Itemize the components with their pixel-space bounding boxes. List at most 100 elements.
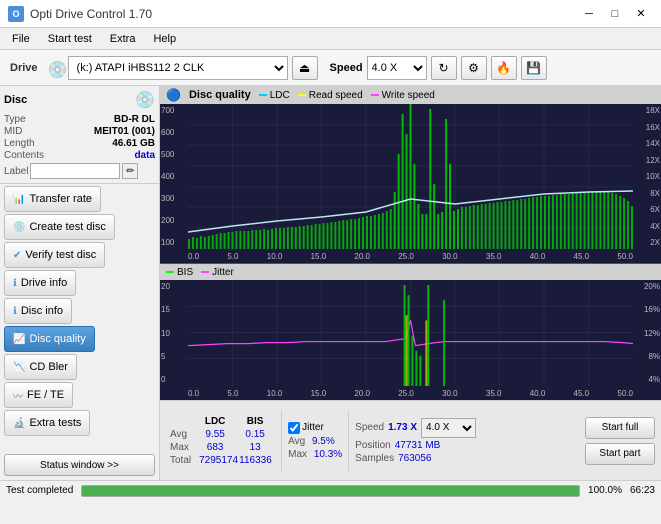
sidebar-item-fe-te[interactable]: 〰 FE / TE: [4, 382, 73, 408]
sidebar-item-drive-info[interactable]: ℹ Drive info: [4, 270, 76, 296]
y100: 100: [161, 238, 187, 247]
y16x: 16X: [634, 123, 660, 132]
contents-label: Contents: [4, 150, 44, 161]
bottom-chart: 20 15 10 5 0 20% 16% 12% 8% 4%: [160, 280, 661, 400]
position-row: Position 47731 MB: [355, 440, 476, 451]
jitter-section: Jitter Avg 9.5% Max 10.3%: [288, 422, 342, 460]
create-test-icon: 💿: [13, 222, 25, 233]
sidebar-item-cd-bler[interactable]: 📉 CD Bler: [4, 354, 77, 380]
label-row: Label ✏: [4, 163, 155, 179]
sidebar-item-disc-quality[interactable]: 📈 Disc quality: [4, 326, 95, 352]
bis-header: BIS: [235, 415, 275, 428]
top-chart: 700 600 500 400 300 200 100 18X 16X 14X …: [160, 104, 661, 264]
legend-jitter: Jitter: [201, 267, 234, 278]
legend-read-speed-dot: [298, 94, 306, 96]
close-button[interactable]: ✕: [629, 4, 653, 24]
separator2: [348, 411, 349, 471]
disc-quality-icon: 📈: [13, 334, 25, 345]
app-icon: O: [8, 6, 24, 22]
y10x: 10X: [634, 172, 660, 181]
main-content: 🔵 Disc quality LDC Read speed Write spee…: [160, 86, 661, 480]
maximize-button[interactable]: □: [603, 4, 627, 24]
eject-button[interactable]: ⏏: [292, 56, 318, 80]
jitter-checkbox[interactable]: [288, 422, 300, 434]
app-title: Opti Drive Control 1.70: [30, 7, 152, 21]
label-edit-button[interactable]: ✏: [122, 163, 138, 179]
y6x: 6X: [634, 205, 660, 214]
speed-select-stats[interactable]: 4.0 X: [421, 418, 476, 438]
save-button[interactable]: 💾: [521, 56, 547, 80]
start-part-button[interactable]: Start part: [585, 443, 655, 465]
y8x: 8X: [634, 189, 660, 198]
position-value: 47731 MB: [395, 440, 441, 451]
samples-row: Samples 763056: [355, 453, 476, 464]
menu-extra[interactable]: Extra: [102, 31, 144, 47]
y-axis-left-top: 700 600 500 400 300 200 100: [160, 104, 188, 249]
settings-button[interactable]: ⚙: [461, 56, 487, 80]
contents-value: data: [134, 150, 155, 161]
progress-fill: [82, 486, 579, 496]
jitter-avg-val: 9.5%: [312, 436, 335, 447]
speed-select[interactable]: 4.0 X: [367, 56, 427, 80]
menu-start-test[interactable]: Start test: [40, 31, 100, 47]
ldc-header: LDC: [195, 415, 235, 428]
drive-info-icon: ℹ: [13, 278, 17, 289]
type-label: Type: [4, 114, 26, 125]
sidebar-item-create-test-disc[interactable]: 💿 Create test disc: [4, 214, 115, 240]
disc-info-icon: ℹ: [13, 306, 17, 317]
title-bar: O Opti Drive Control 1.70 ─ □ ✕: [0, 0, 661, 28]
y-axis-left-bottom: 20 15 10 5 0: [160, 280, 188, 386]
length-label: Length: [4, 138, 35, 149]
sidebar-item-extra-tests[interactable]: 🔬 Extra tests: [4, 410, 90, 436]
drive-select[interactable]: (k:) ATAPI iHBS112 2 CLK: [68, 56, 288, 80]
sidebar-item-disc-info[interactable]: ℹ Disc info: [4, 298, 72, 324]
start-buttons: Start full Start part: [585, 417, 655, 465]
max-label: Max: [166, 441, 195, 454]
burn-button[interactable]: 🔥: [491, 56, 517, 80]
length-value: 46.61 GB: [112, 138, 155, 149]
label-input[interactable]: [30, 163, 120, 179]
disc-info-panel: Disc 💿 Type BD-R DL MID MEIT01 (001) Len…: [0, 86, 159, 184]
sidebar-buttons-list: 📊 Transfer rate 💿 Create test disc ✔ Ver…: [0, 184, 159, 454]
stats-bar: LDC BIS Avg 9.55 0.15 Max 683 13 Total 7…: [160, 400, 661, 480]
total-bis: 116336: [235, 454, 275, 467]
mid-label: MID: [4, 126, 22, 137]
label-label: Label: [4, 166, 28, 177]
legend-write-speed: Write speed: [371, 90, 435, 101]
menu-bar: File Start test Extra Help: [0, 28, 661, 50]
jitter-avg-row: Avg 9.5%: [288, 436, 342, 447]
samples-value: 763056: [398, 453, 431, 464]
legend-ldc-dot: [259, 94, 267, 96]
refresh-button[interactable]: ↻: [431, 56, 457, 80]
speed-label-text: Speed: [355, 422, 384, 433]
drive-icon: 💿: [48, 60, 64, 76]
x-axis-top: 0.0 5.0 10.0 15.0 20.0 25.0 30.0 35.0 40…: [188, 249, 633, 263]
legend-ldc: LDC: [259, 90, 290, 101]
start-full-button[interactable]: Start full: [585, 417, 655, 439]
max-ldc: 683: [195, 441, 235, 454]
samples-label: Samples: [355, 453, 394, 464]
menu-file[interactable]: File: [4, 31, 38, 47]
empty-header: [166, 415, 195, 428]
sidebar-item-verify-test-disc[interactable]: ✔ Verify test disc: [4, 242, 105, 268]
status-window-button[interactable]: Status window >>: [4, 454, 155, 476]
x-axis-bottom: 0.0 5.0 10.0 15.0 20.0 25.0 30.0 35.0 40…: [188, 386, 633, 400]
chart-title-icon: 🔵: [166, 88, 181, 102]
separator1: [281, 411, 282, 471]
cd-bler-icon: 📉: [13, 362, 25, 373]
minimize-button[interactable]: ─: [577, 4, 601, 24]
y300: 300: [161, 194, 187, 203]
sidebar-item-transfer-rate[interactable]: 📊 Transfer rate: [4, 186, 101, 212]
y500: 500: [161, 150, 187, 159]
contents-row: Contents data: [4, 150, 155, 161]
fe-te-icon: 〰: [13, 388, 23, 403]
length-row: Length 46.61 GB: [4, 138, 155, 149]
menu-help[interactable]: Help: [145, 31, 184, 47]
speed-section: Speed 1.73 X 4.0 X Position 47731 MB Sam…: [355, 418, 476, 464]
legend-read-speed: Read speed: [298, 90, 363, 101]
y4x: 4X: [634, 222, 660, 231]
jitter-checkbox-label[interactable]: Jitter: [288, 422, 342, 434]
transfer-rate-icon: 📊: [13, 194, 25, 205]
y-axis-right-bottom: 20% 16% 12% 8% 4%: [633, 280, 661, 386]
status-text: Test completed: [6, 485, 73, 496]
